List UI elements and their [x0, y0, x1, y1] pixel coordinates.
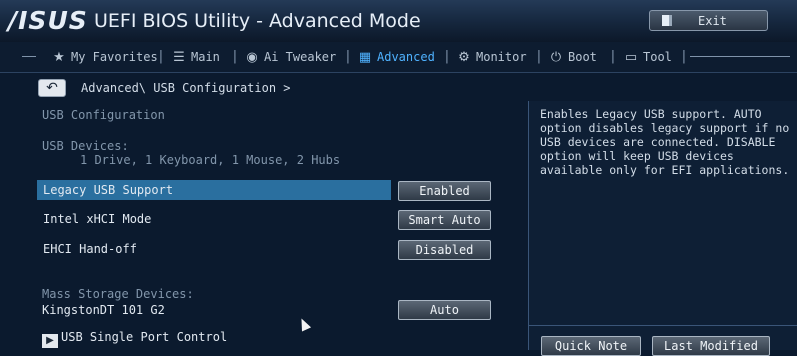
setting-label: EHCI Hand-off — [43, 242, 137, 256]
mass-storage-option-button[interactable]: Auto — [398, 300, 491, 320]
last-modified-button[interactable]: Last Modified — [652, 336, 770, 356]
usb-devices-value: 1 Drive, 1 Keyboard, 1 Mouse, 2 Hubs — [80, 153, 341, 167]
star-icon: ★ — [53, 50, 65, 65]
tab-label: Tool — [643, 50, 672, 64]
menu-separator: | — [535, 49, 543, 64]
menu-line-right — [690, 56, 790, 57]
setting-row-legacy-usb[interactable]: Legacy USB Support — [37, 180, 391, 200]
quick-note-button[interactable]: Quick Note — [541, 336, 641, 356]
tweaker-icon: ◉ — [246, 50, 258, 65]
menu-line-left — [22, 56, 36, 57]
help-divider — [529, 325, 797, 326]
tab-main[interactable]: ☰ Main — [172, 42, 220, 72]
usb-single-port-control-link[interactable]: ▶ USB Single Port Control — [42, 328, 228, 348]
advanced-icon: ▦ — [358, 50, 372, 65]
tab-label: Boot — [568, 50, 597, 64]
tab-label: Monitor — [476, 50, 527, 64]
asus-logo: /ISUS — [8, 6, 88, 35]
tab-advanced[interactable]: ▦ Advanced — [358, 42, 435, 72]
section-title: USB Configuration — [42, 108, 165, 122]
tab-label: Main — [191, 50, 220, 64]
ehci-handoff-option-button[interactable]: Disabled — [398, 240, 491, 260]
menu-separator: | — [680, 49, 688, 64]
exit-door-icon — [662, 15, 672, 26]
mass-storage-device[interactable]: KingstonDT 101 G2 — [42, 302, 165, 318]
help-text: Enables Legacy USB support. AUTO option … — [540, 107, 790, 177]
setting-row-ehci-handoff[interactable]: EHCI Hand-off — [37, 239, 391, 259]
menu-separator: | — [443, 49, 451, 64]
back-button[interactable]: ↶ — [38, 79, 66, 97]
setting-row-xhci-mode[interactable]: Intel xHCI Mode — [37, 209, 391, 229]
help-panel: Enables Legacy USB support. AUTO option … — [528, 101, 797, 350]
menu-separator: | — [157, 49, 165, 64]
tool-icon: ▭ — [624, 50, 638, 65]
exit-label: Exit — [698, 14, 727, 28]
mouse-cursor-icon — [296, 316, 312, 332]
menu-separator: | — [609, 49, 617, 64]
title-bar: /ISUS UEFI BIOS Utility - Advanced Mode … — [0, 0, 797, 43]
xhci-mode-option-button[interactable]: Smart Auto — [398, 210, 491, 230]
menu-separator: | — [231, 49, 239, 64]
tab-boot[interactable]: ⏻ Boot — [549, 42, 597, 72]
monitor-icon: ⚙ — [458, 50, 470, 65]
setting-label: Intel xHCI Mode — [43, 212, 152, 226]
list-icon: ☰ — [173, 50, 185, 65]
setting-label: Legacy USB Support — [43, 183, 174, 197]
menu-bar: ★ My Favorites | ☰ Main | ◉ Ai Tweaker | ▦ A… — [0, 42, 797, 73]
tab-monitor[interactable]: ⚙ Monitor — [457, 42, 527, 72]
tab-label: My Favorites — [71, 50, 158, 64]
mass-storage-label: Mass Storage Devices: — [42, 287, 194, 301]
tab-my-favorites[interactable]: ★ My Favorites — [52, 42, 158, 72]
legacy-usb-option-button[interactable]: Enabled — [398, 181, 491, 201]
back-arrow-icon: ↶ — [46, 80, 58, 96]
tab-tool[interactable]: ▭ Tool — [624, 42, 672, 72]
tab-label: Advanced — [377, 50, 435, 64]
tab-ai-tweaker[interactable]: ◉ Ai Tweaker — [245, 42, 336, 72]
app-title: UEFI BIOS Utility - Advanced Mode — [94, 10, 421, 32]
submenu-label: USB Single Port Control — [61, 330, 228, 344]
tab-label: Ai Tweaker — [264, 50, 337, 64]
submenu-arrow-icon: ▶ — [42, 334, 58, 348]
power-icon: ⏻ — [550, 50, 562, 65]
menu-separator: | — [344, 49, 352, 64]
breadcrumb: Advanced\ USB Configuration > — [81, 81, 291, 95]
exit-button[interactable]: Exit — [649, 10, 768, 31]
